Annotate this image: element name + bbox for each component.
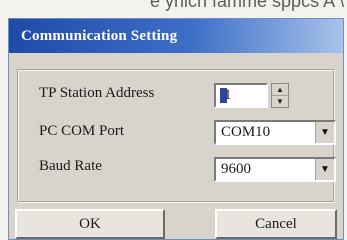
baud-rate-select[interactable]: 9600 ▼ — [214, 157, 336, 182]
pc-com-port-select[interactable]: COM10 ▼ — [214, 120, 336, 145]
dialog-title: Communication Setting — [21, 27, 178, 44]
background-document-text: e yhich famme sppcs A \ — [150, 0, 345, 11]
cancel-button[interactable]: Cancel — [215, 209, 337, 239]
pc-com-port-label: PC COM Port — [39, 123, 125, 139]
chevron-down-icon[interactable]: ▼ — [315, 159, 334, 180]
tp-station-address-spinner[interactable]: ▲ ▼ — [271, 83, 289, 108]
screenshot-stage: e yhich famme sppcs A \ Communication Se… — [0, 0, 347, 240]
pc-com-port-value: COM10 — [221, 124, 271, 140]
tp-station-address-input[interactable]: 1 — [214, 83, 268, 108]
dialog-titlebar[interactable]: Communication Setting — [9, 19, 343, 53]
chevron-down-icon[interactable]: ▼ — [315, 122, 334, 143]
tp-station-address-label: TP Station Address — [39, 85, 155, 101]
baud-rate-value: 9600 — [221, 161, 251, 177]
tp-station-address-value: 1 — [224, 87, 232, 103]
communication-setting-dialog: Communication Setting TP Station Address… — [8, 18, 344, 240]
baud-rate-label: Baud Rate — [39, 158, 102, 174]
spin-down-icon[interactable]: ▼ — [272, 96, 288, 107]
spin-up-icon[interactable]: ▲ — [272, 84, 288, 96]
ok-button[interactable]: OK — [15, 209, 165, 239]
